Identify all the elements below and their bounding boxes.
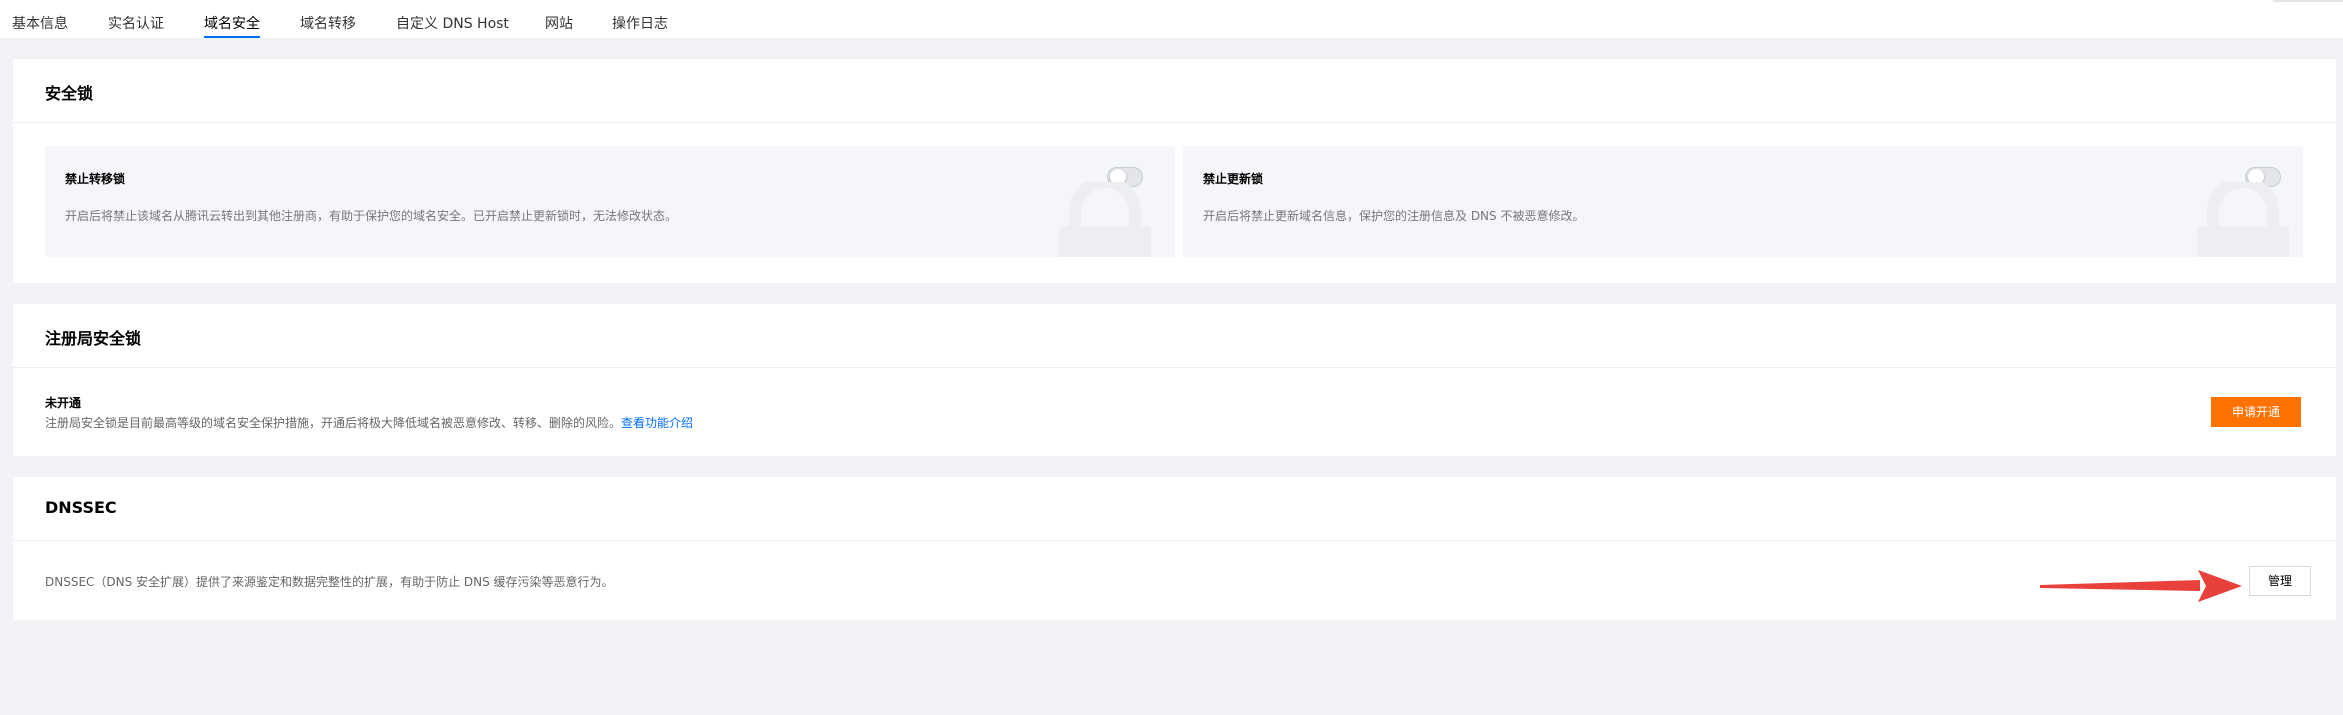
update-lock-title: 禁止更新锁 [1203, 172, 1264, 186]
registry-lock-title: 注册局安全锁 [45, 329, 142, 348]
apply-button[interactable]: 申请开通 [2211, 397, 2301, 427]
update-lock-panel: 禁止更新锁 开启后将禁止更新域名信息，保护您的注册信息及 DNS 不被恶意修改。 [1183, 146, 2303, 257]
transfer-lock-description: 开启后将禁止该域名从腾讯云转出到其他注册商，有助于保护您的域名安全。已开启禁止更… [65, 209, 678, 223]
divider [13, 122, 2336, 123]
lock-watermark-icon [1059, 182, 1151, 257]
tab-custom-dns-host[interactable]: 自定义 DNS Host [396, 13, 509, 33]
registry-lock-status: 未开通 [45, 396, 82, 410]
top-right-divider [2273, 0, 2343, 2]
security-lock-title: 安全锁 [45, 84, 94, 103]
view-feature-intro-link[interactable]: 查看功能介绍 [621, 416, 693, 430]
tab-bar: 基本信息 实名认证 域名安全 域名转移 自定义 DNS Host 网站 操作日志 [0, 0, 2343, 38]
tab-basic-info[interactable]: 基本信息 [12, 13, 68, 33]
registry-lock-description: 注册局安全锁是目前最高等级的域名安全保护措施，开通后将极大降低域名被恶意修改、转… [45, 414, 693, 431]
manage-button[interactable]: 管理 [2249, 566, 2311, 596]
divider [13, 540, 2336, 541]
tab-website[interactable]: 网站 [545, 13, 573, 33]
transfer-lock-panel: 禁止转移锁 开启后将禁止该域名从腾讯云转出到其他注册商，有助于保护您的域名安全。… [45, 146, 1175, 257]
update-lock-description: 开启后将禁止更新域名信息，保护您的注册信息及 DNS 不被恶意修改。 [1203, 209, 1585, 223]
divider [13, 367, 2336, 368]
dnssec-title: DNSSEC [45, 498, 117, 517]
registry-lock-card: 注册局安全锁 未开通 注册局安全锁是目前最高等级的域名安全保护措施，开通后将极大… [13, 304, 2336, 456]
registry-lock-description-text: 注册局安全锁是目前最高等级的域名安全保护措施，开通后将极大降低域名被恶意修改、转… [45, 416, 622, 430]
transfer-lock-title: 禁止转移锁 [65, 172, 126, 186]
tab-real-name[interactable]: 实名认证 [108, 13, 164, 33]
tab-operation-log[interactable]: 操作日志 [612, 13, 668, 33]
security-lock-card: 安全锁 禁止转移锁 开启后将禁止该域名从腾讯云转出到其他注册商，有助于保护您的域… [13, 59, 2336, 283]
tab-domain-transfer[interactable]: 域名转移 [300, 13, 356, 33]
dnssec-description: DNSSEC（DNS 安全扩展）提供了来源鉴定和数据完整性的扩展，有助于防止 D… [45, 575, 614, 589]
dnssec-card: DNSSEC DNSSEC（DNS 安全扩展）提供了来源鉴定和数据完整性的扩展，… [13, 477, 2336, 620]
lock-watermark-icon [2197, 182, 2289, 257]
red-arrow-annotation [2040, 570, 2242, 602]
tab-domain-security[interactable]: 域名安全 [204, 13, 260, 38]
